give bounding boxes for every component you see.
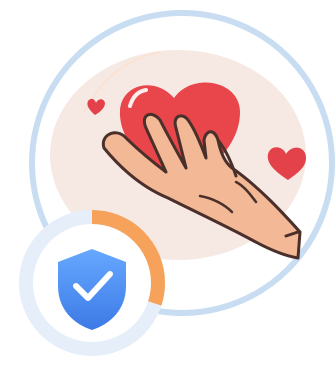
hand-heart-illustration — [19, 10, 335, 356]
illustration — [0, 0, 336, 362]
security-badge — [19, 210, 165, 356]
